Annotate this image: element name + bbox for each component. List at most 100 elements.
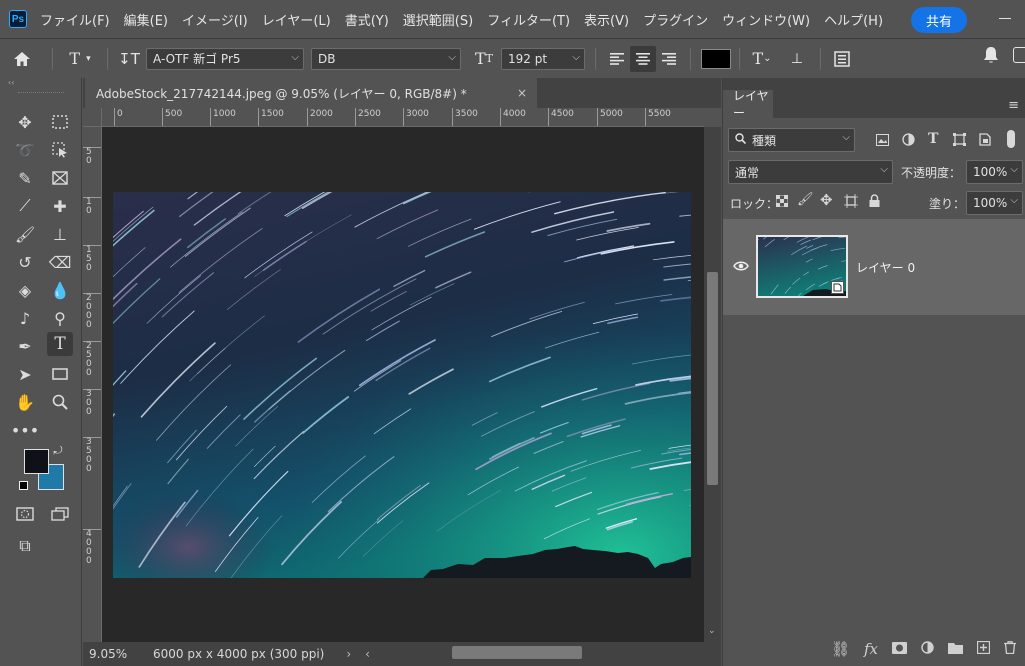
foreground-color-swatch-top[interactable] bbox=[24, 449, 49, 474]
lock-all-icon[interactable] bbox=[869, 194, 880, 210]
screen-mode-icon[interactable] bbox=[47, 502, 73, 526]
marquee-tool-icon[interactable] bbox=[47, 110, 73, 134]
menu-select[interactable]: 選択範囲(S) bbox=[403, 10, 473, 29]
new-layer-icon[interactable] bbox=[976, 640, 991, 658]
lasso-tool-icon[interactable]: ➰ bbox=[12, 138, 38, 162]
menu-file[interactable]: ファイル(F) bbox=[40, 10, 110, 29]
trash-icon[interactable] bbox=[1004, 640, 1016, 658]
link-layers-icon[interactable]: ⛓ bbox=[831, 640, 850, 658]
zoom-tool-icon[interactable] bbox=[47, 390, 73, 414]
history-brush-tool-icon[interactable]: ↺ bbox=[12, 250, 38, 274]
3d-text-icon[interactable]: ⊥ bbox=[782, 51, 812, 67]
canvas-workspace[interactable] bbox=[102, 127, 704, 642]
warp-text-icon[interactable]: T ⌄ bbox=[748, 49, 776, 68]
edit-toolbar-icon[interactable]: ⧉ bbox=[12, 534, 38, 558]
rectangle-tool-icon[interactable] bbox=[47, 362, 73, 386]
toolbar-collapse-icon[interactable]: ‹‹ bbox=[0, 78, 81, 92]
default-colors-icon[interactable] bbox=[19, 481, 28, 490]
align-right-icon[interactable] bbox=[656, 52, 682, 65]
filter-shape-layer-icon[interactable] bbox=[953, 133, 966, 149]
zoom-level[interactable]: 9.05% bbox=[89, 647, 149, 661]
menu-edit[interactable]: 編集(E) bbox=[124, 10, 168, 29]
eraser-tool-icon[interactable]: ⌫ bbox=[47, 250, 73, 274]
align-left-icon[interactable] bbox=[604, 52, 630, 65]
text-orientation-icon[interactable]: ↧T bbox=[116, 50, 142, 68]
share-button[interactable]: 共有 bbox=[911, 7, 967, 33]
workspace-icon[interactable] bbox=[1013, 47, 1025, 63]
pen-tool-icon[interactable]: ✒ bbox=[12, 334, 38, 358]
font-family-select[interactable]: A-OTF 新ゴ Pr5 ⌵ bbox=[146, 47, 304, 70]
home-icon[interactable] bbox=[0, 51, 44, 67]
add-mask-icon[interactable] bbox=[892, 640, 907, 658]
blend-mode-select[interactable]: 通常 ⌵ bbox=[728, 160, 893, 184]
filter-smart-object-icon[interactable] bbox=[979, 133, 991, 149]
paint-bucket-tool-icon[interactable]: ◈ bbox=[12, 278, 38, 302]
lock-position-icon[interactable]: ✥ bbox=[820, 191, 833, 209]
filter-pixel-layer-icon[interactable] bbox=[876, 134, 889, 149]
menu-view[interactable]: 表示(V) bbox=[584, 10, 629, 29]
filter-toggle[interactable] bbox=[1007, 130, 1015, 148]
dodge-tool-icon[interactable]: ♪ bbox=[12, 306, 38, 330]
swap-colors-icon[interactable]: ⤾ bbox=[50, 444, 66, 458]
more-tools-icon[interactable]: ••• bbox=[11, 418, 39, 442]
hand-tool-icon[interactable]: ✋ bbox=[12, 390, 38, 414]
new-group-folder-icon[interactable] bbox=[948, 640, 963, 658]
quick-mask-icon[interactable] bbox=[12, 502, 38, 526]
document-image[interactable] bbox=[113, 192, 691, 578]
lock-artboard-icon[interactable] bbox=[844, 194, 858, 211]
layer-row[interactable]: レイヤー 0 bbox=[723, 219, 1025, 315]
filter-adjustment-layer-icon[interactable] bbox=[902, 133, 915, 149]
close-icon[interactable]: × bbox=[517, 86, 527, 100]
menu-window[interactable]: ウィンドウ(W) bbox=[722, 10, 810, 29]
tab-layers[interactable]: レイヤー bbox=[723, 89, 773, 120]
toolbar-grip[interactable] bbox=[18, 92, 64, 95]
lock-pixels-icon[interactable]: 🖌 bbox=[797, 192, 814, 207]
vertical-ruler[interactable]: 5 0 1 0 1 5 0 2 0 0 0 2 5 0 0 3 0 0 3 5 … bbox=[83, 127, 102, 642]
eyedropper-tool-icon[interactable]: ⟋ bbox=[12, 194, 38, 218]
layer-style-fx-icon[interactable]: fx bbox=[864, 640, 878, 658]
ruler-origin[interactable] bbox=[83, 108, 102, 127]
menu-type[interactable]: 書式(Y) bbox=[345, 10, 389, 29]
status-menu-chevron-icon[interactable]: › bbox=[346, 647, 351, 661]
align-center-icon[interactable] bbox=[630, 45, 656, 72]
font-size-select[interactable]: 192 pt ⌵ bbox=[501, 47, 585, 70]
scroll-down-icon[interactable]: ⌄ bbox=[708, 626, 716, 636]
menu-filter[interactable]: フィルター(T) bbox=[487, 10, 570, 29]
brush-tool-icon[interactable]: 🖌 bbox=[12, 222, 38, 246]
layer-name[interactable]: レイヤー 0 bbox=[856, 259, 915, 276]
vertical-scrollbar[interactable]: ⌄ bbox=[704, 127, 721, 642]
layer-thumbnail[interactable] bbox=[756, 235, 848, 298]
crop-brush-tool-icon[interactable]: ✎ bbox=[12, 166, 38, 190]
zoom-brush-tool-icon[interactable]: ⚲ bbox=[47, 306, 73, 330]
text-color-swatch[interactable] bbox=[701, 48, 731, 69]
font-style-select[interactable]: DB ⌵ bbox=[311, 47, 461, 70]
lock-transparent-icon[interactable] bbox=[775, 194, 789, 210]
healing-brush-tool-icon[interactable]: ✚ bbox=[47, 194, 73, 218]
scroll-left-icon[interactable]: ‹ bbox=[365, 647, 370, 661]
type-tool-icon[interactable]: T bbox=[47, 332, 73, 356]
eye-icon[interactable] bbox=[733, 260, 749, 275]
scroll-thumb[interactable] bbox=[707, 272, 718, 485]
menu-image[interactable]: イメージ(I) bbox=[182, 10, 248, 29]
document-tab[interactable]: AdobeStock_217742144.jpeg @ 9.05% (レイヤー … bbox=[85, 78, 537, 108]
blur-tool-icon[interactable]: 💧 bbox=[47, 278, 73, 302]
fill-input[interactable]: 100% ⌵ bbox=[966, 191, 1023, 215]
character-panel-icon[interactable] bbox=[829, 50, 855, 67]
panel-menu-icon[interactable]: ≡ bbox=[1008, 98, 1019, 113]
clone-stamp-tool-icon[interactable]: ⊥ bbox=[47, 222, 73, 246]
bell-icon[interactable] bbox=[983, 46, 999, 68]
adjustment-layer-icon[interactable] bbox=[921, 640, 934, 658]
menu-layer[interactable]: レイヤー(L) bbox=[262, 10, 331, 29]
horizontal-scroll-thumb[interactable] bbox=[452, 646, 582, 659]
object-selection-tool-icon[interactable] bbox=[47, 138, 73, 162]
horizontal-ruler[interactable]: 0 500 1000 1500 2000 2500 3000 3500 4000… bbox=[102, 108, 704, 127]
filter-type-layer-icon[interactable]: T bbox=[928, 131, 938, 147]
minimize-icon[interactable] bbox=[999, 18, 1011, 19]
path-selection-tool-icon[interactable]: ➤ bbox=[12, 362, 38, 386]
text-tool-preset-icon[interactable]: T ▾ bbox=[61, 49, 99, 68]
menu-help[interactable]: ヘルプ(H) bbox=[824, 10, 883, 29]
layer-filter-select[interactable]: 種類 ⌵ bbox=[728, 128, 855, 152]
move-tool-icon[interactable]: ✥ bbox=[12, 110, 38, 134]
frame-tool-icon[interactable] bbox=[47, 166, 73, 190]
opacity-input[interactable]: 100% ⌵ bbox=[966, 160, 1023, 184]
